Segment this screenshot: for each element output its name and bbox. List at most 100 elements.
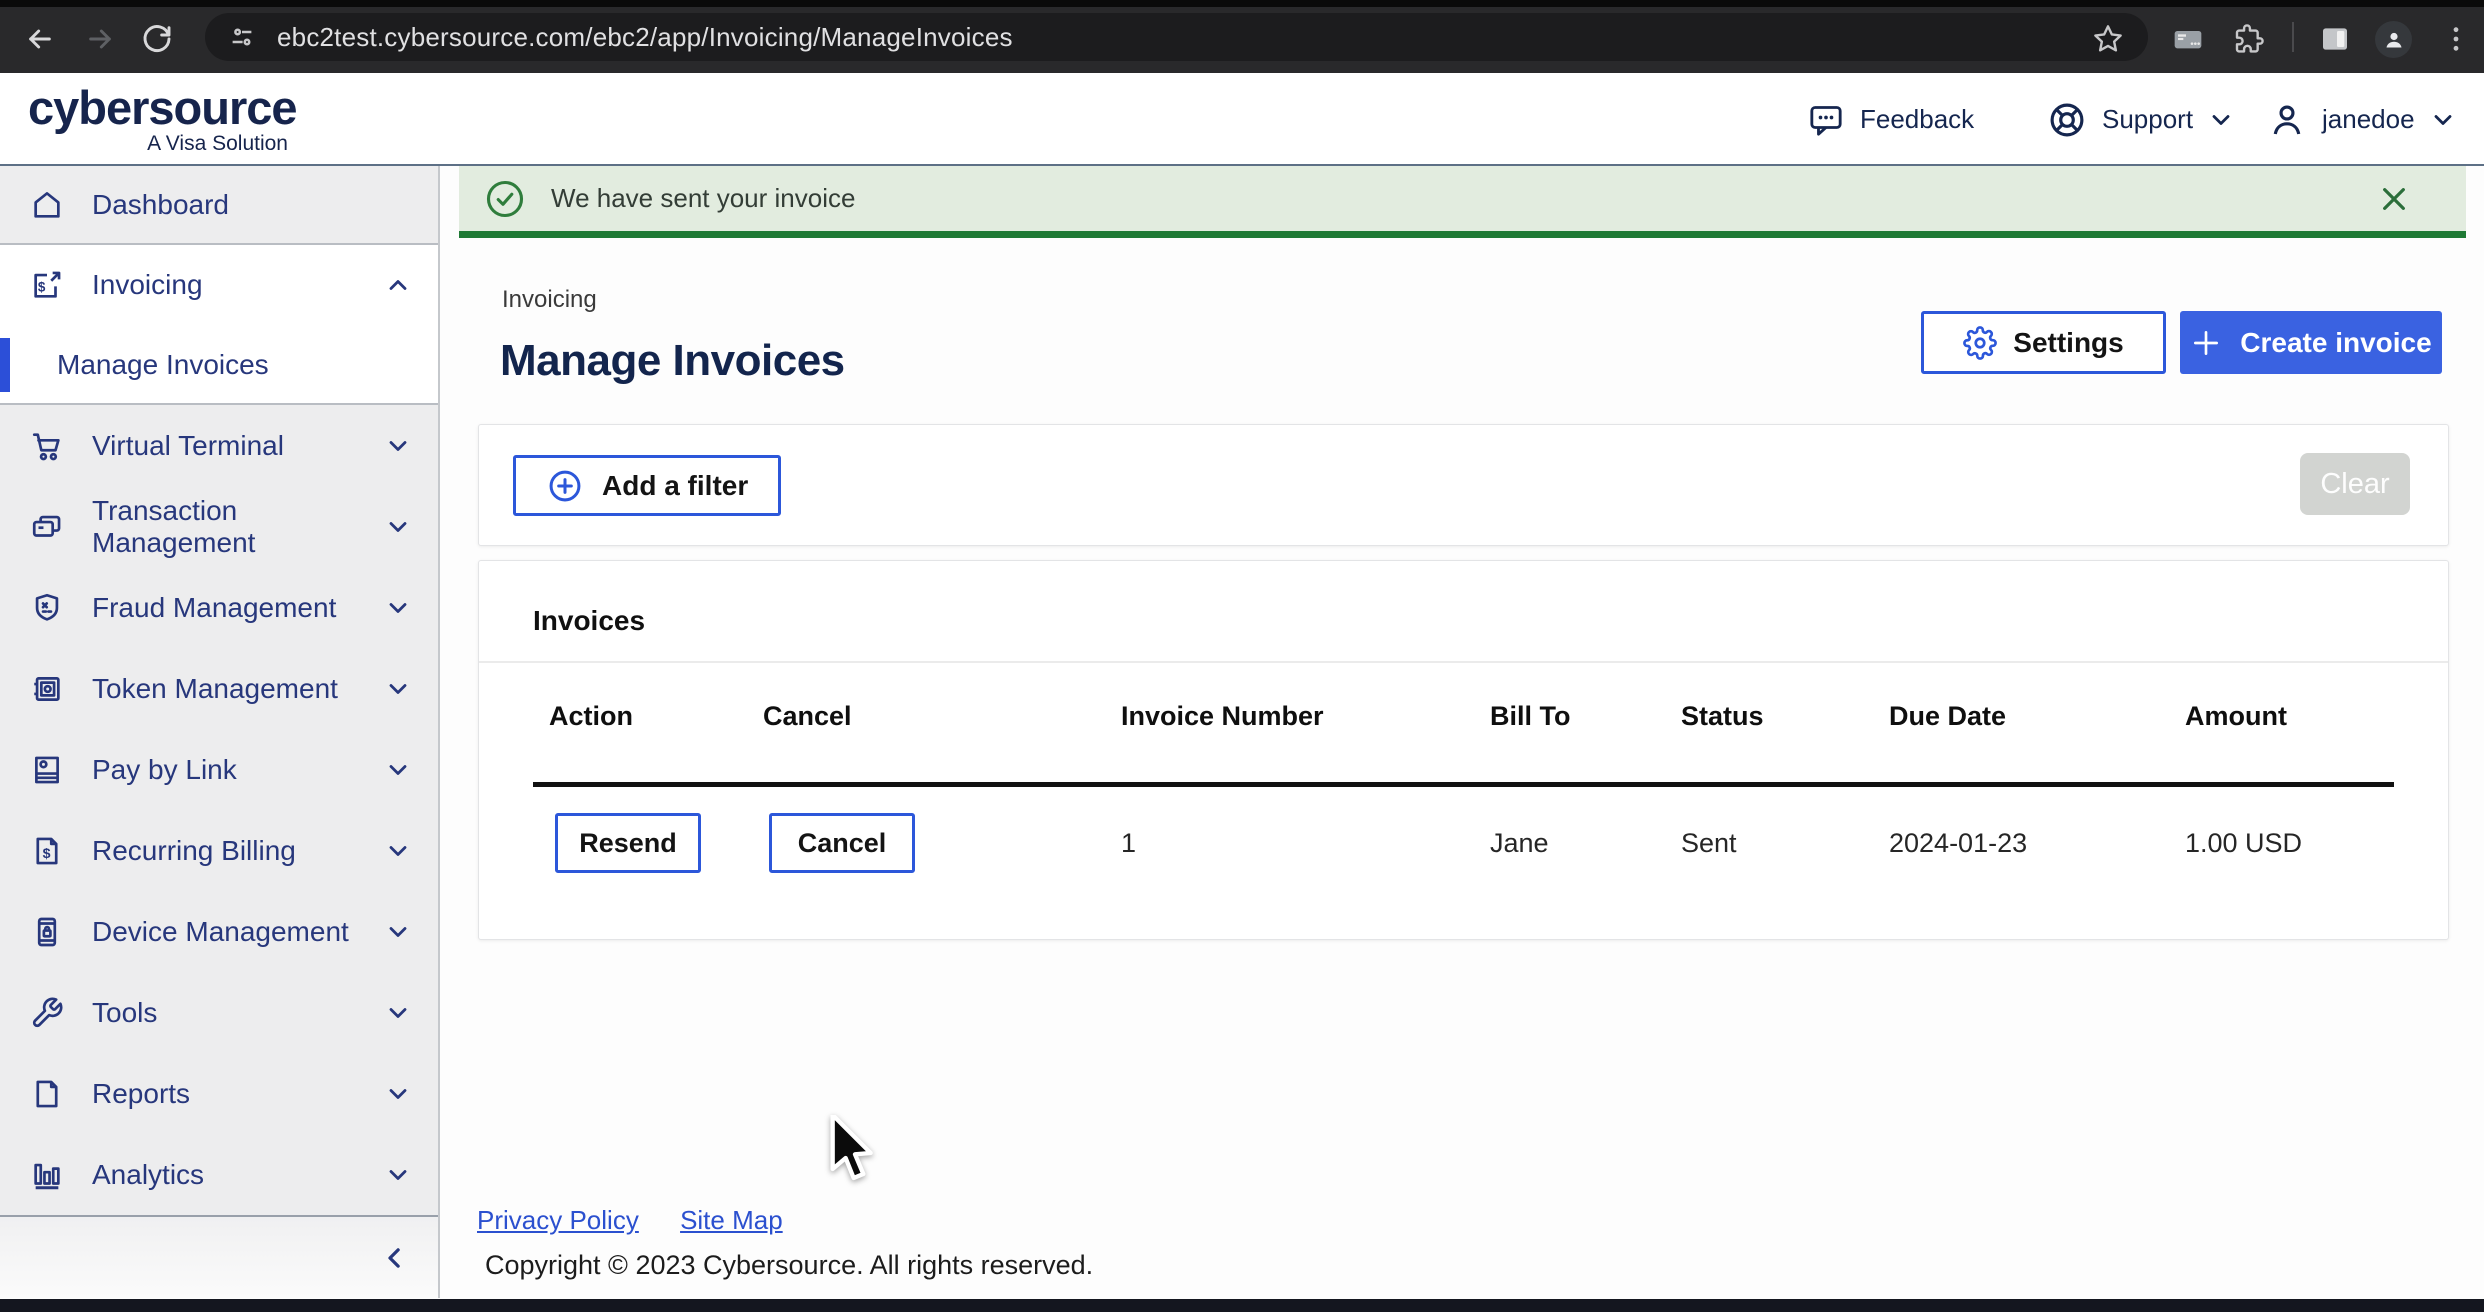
chevron-down-icon xyxy=(384,513,412,541)
sidebar-footer xyxy=(0,1215,438,1298)
due-date-cell: 2024-01-23 xyxy=(1889,828,2185,859)
chevron-down-icon xyxy=(384,675,412,703)
invoices-section-title: Invoices xyxy=(533,605,645,637)
add-filter-button[interactable]: Add a filter xyxy=(513,455,781,516)
privacy-policy-link[interactable]: Privacy Policy xyxy=(477,1205,639,1235)
sidebar-item-token-management[interactable]: Token Management xyxy=(0,648,438,729)
chevron-down-icon xyxy=(384,837,412,865)
cancel-button[interactable]: Cancel xyxy=(769,813,915,873)
column-header-action: Action xyxy=(549,701,763,732)
svg-text:$: $ xyxy=(38,279,46,294)
site-info-icon[interactable] xyxy=(227,22,257,52)
shield-icon xyxy=(30,591,64,625)
support-label: Support xyxy=(2102,104,2193,135)
chevron-down-icon xyxy=(2207,106,2235,134)
window-top-strip xyxy=(0,0,2484,7)
sidebar-item-pay-by-link[interactable]: Pay by Link xyxy=(0,729,438,810)
logo-wordmark: cybersource xyxy=(28,85,288,131)
screen: ebc2test.cybersource.com/ebc2/app/Invoic… xyxy=(0,0,2484,1312)
report-icon xyxy=(30,1077,64,1111)
invoices-panel: Invoices Action Cancel Invoice Number Bi… xyxy=(478,560,2449,940)
success-banner: We have sent your invoice xyxy=(459,166,2466,238)
sidebar-item-device-management[interactable]: Device Management xyxy=(0,891,438,972)
gear-icon xyxy=(1963,326,1997,360)
feedback-button[interactable]: Feedback xyxy=(1806,73,1974,166)
banner-message: We have sent your invoice xyxy=(551,183,855,214)
sidebar-item-virtual-terminal[interactable]: Virtual Terminal xyxy=(0,405,438,486)
add-filter-label: Add a filter xyxy=(602,470,748,502)
sidebar-item-reports[interactable]: Reports xyxy=(0,1053,438,1134)
resend-button[interactable]: Resend xyxy=(555,813,701,873)
feedback-bubble-icon xyxy=(1806,100,1846,140)
extensions-puzzle-icon[interactable] xyxy=(2233,23,2265,55)
autofill-card-icon[interactable] xyxy=(2172,23,2204,55)
chevron-down-icon xyxy=(384,999,412,1027)
collapse-sidebar-icon[interactable] xyxy=(380,1243,410,1273)
sidebar-group-invoicing: $ Invoicing Manage Invoices xyxy=(0,245,438,405)
invoice-number-link[interactable]: 1 xyxy=(1121,828,1490,859)
column-header-invoice-number: Invoice Number xyxy=(1121,701,1490,732)
bottom-edge-bar xyxy=(0,1299,2484,1312)
home-icon xyxy=(30,188,64,222)
svg-text:$: $ xyxy=(43,845,51,861)
device-icon xyxy=(30,915,64,949)
banner-close-icon[interactable] xyxy=(2378,183,2410,215)
side-panel-icon[interactable] xyxy=(2319,23,2351,55)
chevron-down-icon xyxy=(384,1080,412,1108)
invoice-table-row: Resend Cancel 1 Jane Sent 2024-01-23 1.0… xyxy=(533,783,2394,903)
sidebar-item-invoicing[interactable]: $ Invoicing xyxy=(0,245,438,325)
create-invoice-button[interactable]: Create invoice xyxy=(2180,311,2442,374)
check-circle-icon xyxy=(483,177,527,221)
sidebar-item-analytics[interactable]: Analytics xyxy=(0,1134,438,1215)
chevron-down-icon xyxy=(2429,106,2457,134)
amount-cell: 1.00 USD xyxy=(2185,828,2394,859)
site-map-link[interactable]: Site Map xyxy=(680,1205,783,1235)
chevron-down-icon xyxy=(384,756,412,784)
sidebar-item-dashboard[interactable]: Dashboard xyxy=(0,166,438,245)
plus-circle-icon xyxy=(546,467,584,505)
sidebar-item-tools[interactable]: Tools xyxy=(0,972,438,1053)
pay-link-icon xyxy=(30,753,64,787)
sidebar-item-fraud-management[interactable]: Fraud Management xyxy=(0,567,438,648)
user-icon xyxy=(2266,99,2308,141)
sidebar-nav: Dashboard $ Invoicing Manage Invoices Vi… xyxy=(0,166,440,1298)
refresh-icon[interactable] xyxy=(141,23,173,55)
section-divider xyxy=(479,661,2448,663)
sidebar-item-manage-invoices[interactable]: Manage Invoices xyxy=(0,325,438,405)
user-menu[interactable]: janedoe xyxy=(2266,73,2457,166)
settings-label: Settings xyxy=(2013,327,2123,359)
chevron-down-icon xyxy=(384,594,412,622)
cybersource-logo: cybersource A Visa Solution xyxy=(28,85,288,156)
url-text: ebc2test.cybersource.com/ebc2/app/Invoic… xyxy=(277,22,1013,53)
chevron-down-icon xyxy=(384,918,412,946)
sidebar-item-transaction-management[interactable]: Transaction Management xyxy=(0,486,438,567)
invoices-table-header: Action Cancel Invoice Number Bill To Sta… xyxy=(533,701,2394,787)
create-invoice-label: Create invoice xyxy=(2240,327,2431,359)
copyright-text: Copyright © 2023 Cybersource. All rights… xyxy=(485,1250,1093,1281)
chevron-down-icon xyxy=(384,432,412,460)
forward-icon[interactable] xyxy=(84,23,116,55)
breadcrumb: Invoicing xyxy=(502,286,597,314)
bill-to-cell: Jane xyxy=(1490,828,1681,859)
toolbar-divider xyxy=(2292,22,2294,52)
analytics-icon xyxy=(30,1158,64,1192)
browser-menu-kebab-icon[interactable] xyxy=(2440,23,2472,55)
settings-button[interactable]: Settings xyxy=(1921,311,2166,374)
browser-profile-avatar[interactable] xyxy=(2375,21,2412,58)
browser-toolbar: ebc2test.cybersource.com/ebc2/app/Invoic… xyxy=(0,0,2484,73)
plus-icon xyxy=(2190,327,2222,359)
vault-icon xyxy=(30,672,64,706)
column-header-bill-to: Bill To xyxy=(1490,701,1681,732)
sidebar-item-recurring-billing[interactable]: $ Recurring Billing xyxy=(0,810,438,891)
invoice-icon: $ xyxy=(30,268,64,302)
selected-indicator xyxy=(0,338,10,392)
support-menu[interactable]: Support xyxy=(2046,73,2235,166)
bookmark-star-icon[interactable] xyxy=(2092,23,2124,55)
back-icon[interactable] xyxy=(24,23,56,55)
address-bar[interactable]: ebc2test.cybersource.com/ebc2/app/Invoic… xyxy=(205,13,2148,61)
cards-icon xyxy=(30,510,64,544)
filter-panel: Add a filter Clear xyxy=(478,424,2449,546)
clear-filter-button[interactable]: Clear xyxy=(2300,453,2410,515)
column-header-cancel: Cancel xyxy=(763,701,1121,732)
chevron-down-icon xyxy=(384,1161,412,1189)
